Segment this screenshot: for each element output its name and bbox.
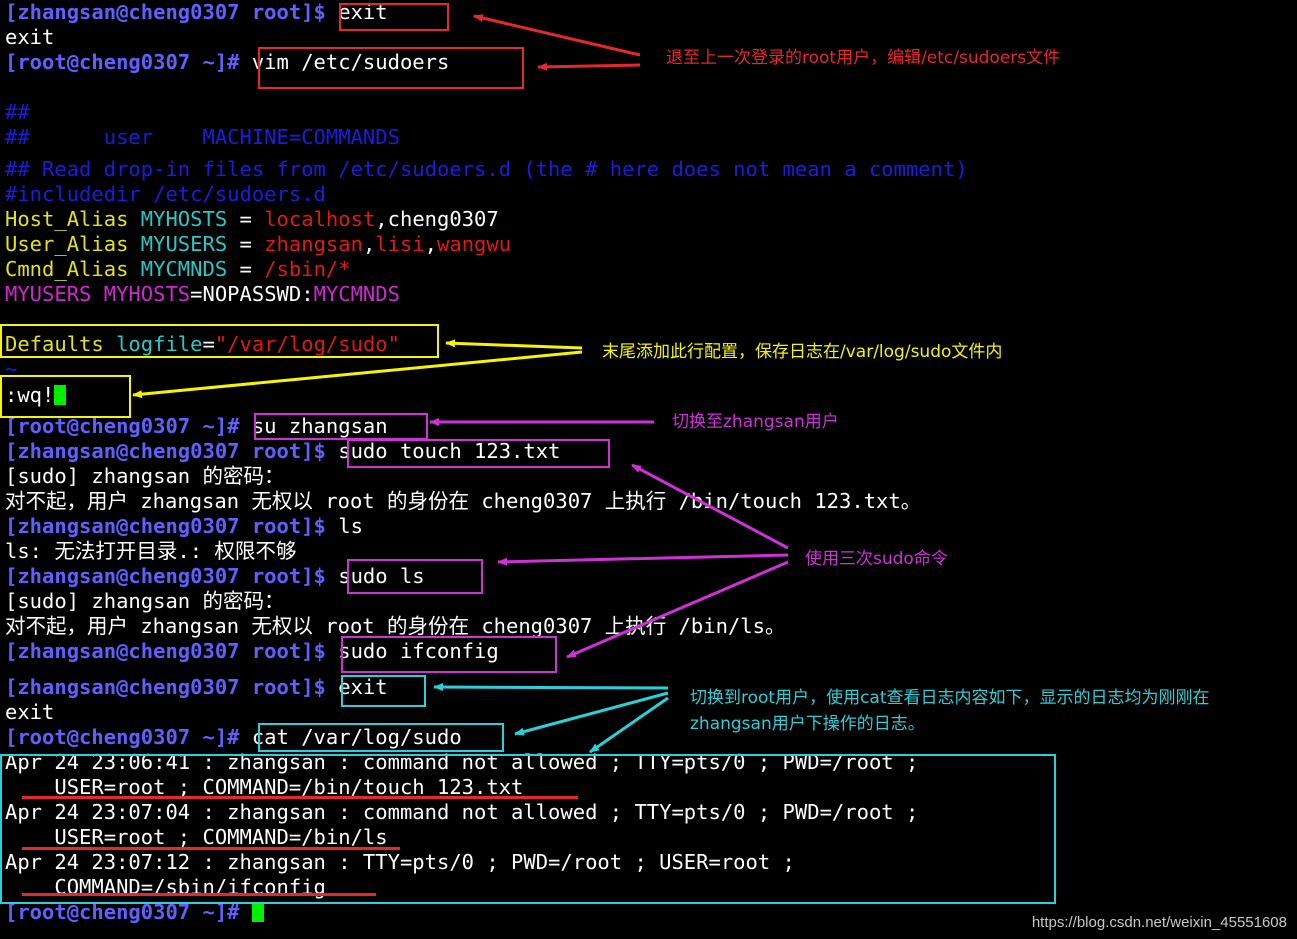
arrow-cyan: [433, 683, 669, 692]
annotation-edit-sudoers: 退至上一次登录的root用户，编辑/etc/sudoers文件: [666, 48, 1061, 68]
arrow-yellow: [445, 339, 583, 350]
annotation-three-sudo: 使用三次sudo命令: [805, 549, 948, 569]
arrow-magenta: [497, 553, 789, 566]
annotation-switch-user: 切换至zhangsan用户: [672, 412, 839, 432]
arrow-magenta: [631, 463, 789, 550]
arrow-red: [537, 62, 641, 71]
annotation-view-log: zhangsan用户下操作的日志。: [690, 714, 925, 734]
arrow-red: [473, 14, 641, 57]
annotation-add-logfile: 末尾添加此行配置，保存日志在/var/log/sudo文件内: [602, 342, 1003, 362]
arrow-yellow: [132, 350, 583, 399]
arrow-cyan: [589, 696, 669, 754]
annotation-view-log: 切换到root用户，使用cat查看日志内容如下，显示的日志均为刚刚在: [690, 688, 1210, 708]
arrow-magenta: [566, 560, 789, 659]
watermark: https://blog.csdn.net/weixin_45551608: [1031, 914, 1287, 931]
annotation-arrows: [132, 14, 789, 754]
